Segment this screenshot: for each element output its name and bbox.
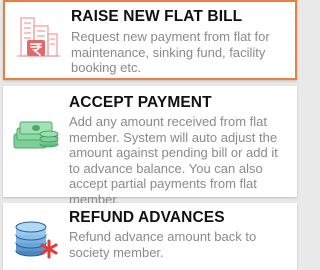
item-description: Request new payment from flat for mainte… (71, 29, 270, 75)
money-stack-icon (11, 104, 61, 154)
building-bill-icon (13, 12, 63, 62)
action-list: RAISE NEW FLAT BILL Request new payment … (0, 0, 300, 270)
item-description: Refund advance amount back to society me… (69, 229, 257, 260)
coin-stack-refund-icon (11, 211, 61, 261)
item-description: Add any amount received from flat member… (69, 114, 278, 207)
refund-advances-item[interactable]: REFUND ADVANCES Refund advance amount ba… (3, 203, 297, 270)
item-title: RAISE NEW FLAT BILL (71, 8, 243, 25)
raise-new-flat-bill-item[interactable]: RAISE NEW FLAT BILL Request new payment … (3, 0, 297, 80)
accept-payment-item[interactable]: ACCEPT PAYMENT Add any amount received f… (3, 86, 297, 207)
item-title: REFUND ADVANCES (69, 209, 225, 226)
item-title: ACCEPT PAYMENT (69, 94, 212, 111)
